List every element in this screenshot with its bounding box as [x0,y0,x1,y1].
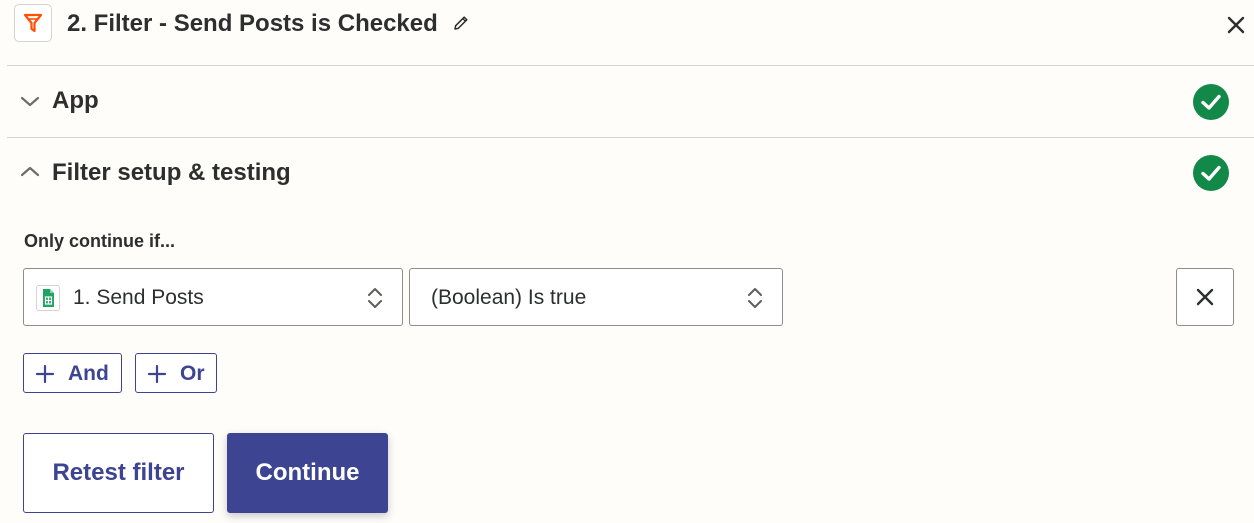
operator-select[interactable]: (Boolean) Is true [409,268,783,326]
step-title: 2. Filter - Send Posts is Checked [67,10,438,37]
chevron-down-icon [20,96,40,107]
plus-icon [35,364,55,384]
field-select-value: 1. Send Posts [73,286,204,309]
add-and-label: And [68,362,109,385]
check-circle-icon [1193,84,1229,120]
add-or-label: Or [180,362,205,385]
section-filter-setup-label: Filter setup & testing [52,159,291,186]
continue-button[interactable]: Continue [227,433,388,513]
chevron-up-icon [20,166,40,177]
select-arrows-icon [368,288,382,308]
retest-filter-button[interactable]: Retest filter [23,433,214,513]
section-app-label: App [52,87,99,114]
step-header: 2. Filter - Send Posts is Checked [0,0,1254,50]
only-continue-label: Only continue if... [24,231,176,251]
section-filter-setup[interactable]: Filter setup & testing [0,138,1254,208]
remove-condition-button[interactable] [1176,268,1234,326]
operator-select-value: (Boolean) Is true [431,286,587,309]
check-circle-icon [1193,155,1229,191]
section-app[interactable]: App [0,66,1254,136]
filter-icon [23,13,43,33]
close-icon[interactable] [1226,15,1246,35]
pencil-icon[interactable] [452,14,470,32]
plus-icon [147,364,167,384]
select-arrows-icon [748,288,762,308]
google-sheets-icon [36,285,60,311]
close-icon [1196,288,1214,306]
filter-app-icon [14,4,52,42]
add-and-button[interactable]: And [23,353,122,393]
field-select[interactable]: 1. Send Posts [23,268,403,326]
add-or-button[interactable]: Or [135,353,217,393]
